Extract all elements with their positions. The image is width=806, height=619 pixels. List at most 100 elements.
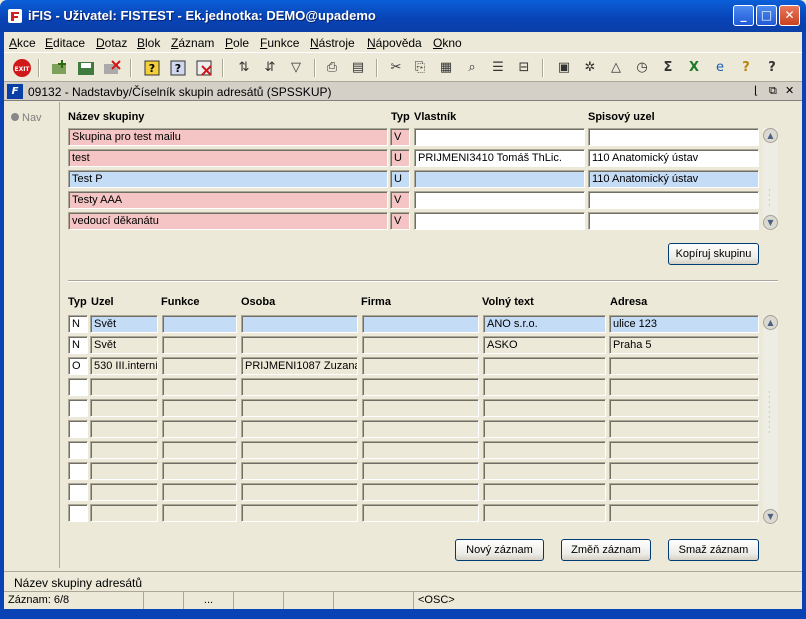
group-node-field[interactable]: 110 Anatomický ústav [588, 149, 759, 167]
group-type-field[interactable]: V [390, 128, 410, 146]
rec-company-field[interactable] [362, 399, 479, 417]
insert-record-icon[interactable] [50, 58, 70, 78]
calculator-icon[interactable]: ▣ [554, 58, 574, 78]
rec-type-field[interactable]: O [68, 357, 88, 375]
group-node-field[interactable] [588, 212, 759, 230]
menu-blok[interactable]: Blok [137, 36, 160, 50]
ifis-app-icon[interactable] [7, 8, 23, 24]
rec-text-field[interactable] [483, 462, 606, 480]
clock-icon[interactable]: ◷ [632, 58, 652, 78]
group-owner-field[interactable] [414, 191, 585, 209]
rec-company-field[interactable] [362, 357, 479, 375]
rec-text-field[interactable] [483, 504, 606, 522]
group-name-field[interactable]: test [68, 149, 388, 167]
group-type-field[interactable]: U [390, 170, 410, 188]
rec-address-field[interactable] [609, 378, 759, 396]
rec-company-field[interactable] [362, 504, 479, 522]
scroll-down-icon[interactable]: ▼ [763, 509, 778, 524]
rec-type-field[interactable]: N [68, 336, 88, 354]
rec-function-field[interactable] [162, 441, 237, 459]
delete-record-button[interactable]: Smaž záznam [668, 539, 759, 561]
rec-node-field[interactable] [90, 483, 158, 501]
sort-asc-icon[interactable]: ⇅ [234, 58, 254, 78]
form-close-icon[interactable]: ✕ [785, 84, 794, 97]
rec-node-field[interactable] [90, 504, 158, 522]
rec-person-field[interactable] [241, 462, 358, 480]
maximize-button[interactable]: □ [756, 5, 777, 26]
triangle-icon[interactable]: △ [606, 58, 626, 78]
form-restore-icon[interactable]: ⧉ [769, 84, 777, 98]
rec-text-field[interactable] [483, 420, 606, 438]
rec-text-field[interactable]: ASKO [483, 336, 606, 354]
scroll-up-icon[interactable]: ▲ [763, 315, 778, 330]
query-cancel-icon[interactable] [194, 58, 214, 78]
scroll-up-icon[interactable]: ▲ [763, 128, 778, 143]
exit-icon[interactable]: EXIT [12, 58, 32, 78]
group-node-field[interactable] [588, 191, 759, 209]
rec-type-field[interactable] [68, 462, 88, 480]
rec-node-field[interactable]: Svět [90, 336, 158, 354]
rec-function-field[interactable] [162, 315, 237, 333]
scroll-grip-icon[interactable]: · · · · · · · · · [768, 389, 773, 437]
menu-funkce[interactable]: Funkce [260, 36, 299, 50]
rec-function-field[interactable] [162, 462, 237, 480]
copy-group-button[interactable]: Kopíruj skupinu [668, 243, 759, 265]
group-node-field[interactable]: 110 Anatomický ústav [588, 170, 759, 188]
settings-icon[interactable]: ✲ [580, 58, 600, 78]
rec-person-field[interactable] [241, 441, 358, 459]
group-node-field[interactable] [588, 128, 759, 146]
rec-function-field[interactable] [162, 483, 237, 501]
browser-icon[interactable]: e [710, 58, 730, 78]
scroll-grip-icon[interactable]: · · · · [768, 187, 773, 210]
print-preview-icon[interactable]: ▤ [348, 58, 368, 78]
rec-company-field[interactable] [362, 378, 479, 396]
find-icon[interactable]: ⌕ [462, 58, 482, 78]
rec-company-field[interactable] [362, 315, 479, 333]
print-icon[interactable]: ⎙ [322, 58, 342, 78]
filter-icon[interactable]: ▽ [286, 58, 306, 78]
query-enter-icon[interactable]: ? [142, 58, 162, 78]
group-name-field[interactable]: vedoucí děkanátu [68, 212, 388, 230]
rec-text-field[interactable] [483, 357, 606, 375]
rec-text-field[interactable] [483, 399, 606, 417]
rec-type-field[interactable] [68, 420, 88, 438]
rec-node-field[interactable] [90, 420, 158, 438]
group-name-field[interactable]: Testy AAA [68, 191, 388, 209]
rec-node-field[interactable] [90, 399, 158, 417]
rec-text-field[interactable] [483, 483, 606, 501]
group-type-field[interactable]: V [390, 191, 410, 209]
menu-akce[interactable]: Akce [9, 36, 36, 50]
rec-person-field[interactable] [241, 315, 358, 333]
new-record-button[interactable]: Nový záznam [455, 539, 544, 561]
save-record-icon[interactable] [76, 58, 96, 78]
rec-person-field[interactable] [241, 399, 358, 417]
rec-text-field[interactable] [483, 441, 606, 459]
help-key-icon[interactable]: ? [736, 58, 756, 78]
recipients-scrollbar[interactable]: ▲ · · · · · · · · · ▼ [763, 315, 778, 524]
rec-function-field[interactable] [162, 378, 237, 396]
rec-node-field[interactable]: Svět [90, 315, 158, 333]
rec-company-field[interactable] [362, 462, 479, 480]
rec-company-field[interactable] [362, 441, 479, 459]
menu-okno[interactable]: Okno [433, 36, 462, 50]
help-icon[interactable]: ? [762, 58, 782, 78]
group-owner-field[interactable] [414, 212, 585, 230]
delete-record-icon[interactable] [102, 58, 122, 78]
rec-person-field[interactable] [241, 483, 358, 501]
nav-item[interactable]: Nav [11, 112, 42, 124]
rec-address-field[interactable] [609, 483, 759, 501]
menu-nastroje[interactable]: Nástroje [310, 36, 355, 50]
rec-address-field[interactable] [609, 399, 759, 417]
rec-type-field[interactable] [68, 441, 88, 459]
rec-node-field[interactable] [90, 462, 158, 480]
rec-type-field[interactable] [68, 399, 88, 417]
rec-company-field[interactable] [362, 336, 479, 354]
rec-company-field[interactable] [362, 483, 479, 501]
group-type-field[interactable]: V [390, 212, 410, 230]
copy-icon[interactable]: ⎘ [410, 58, 430, 78]
menu-zaznam[interactable]: Záznam [171, 36, 214, 50]
rec-person-field[interactable] [241, 378, 358, 396]
rec-address-field[interactable] [609, 420, 759, 438]
rec-node-field[interactable] [90, 378, 158, 396]
rec-node-field[interactable]: 530 III.interní k [90, 357, 158, 375]
